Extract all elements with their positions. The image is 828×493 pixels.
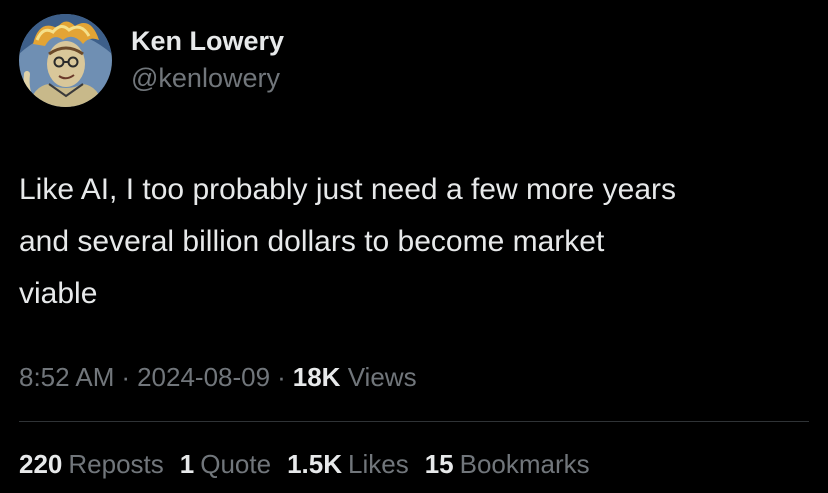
bookmarks-count: 15 xyxy=(424,449,454,479)
quotes-label: Quote xyxy=(200,449,272,479)
bookmarks-label: Bookmarks xyxy=(459,449,590,479)
illustrated-portrait-icon xyxy=(19,14,112,107)
tweet-text: Like AI, I too probably just need a few … xyxy=(19,173,677,310)
author-display-name[interactable]: Ken Lowery xyxy=(131,24,284,58)
author-info: Ken Lowery @kenlowery xyxy=(131,24,284,95)
tweet-meta: 8:52 AM · 2024-08-09 · 18K Views xyxy=(19,359,417,395)
author-handle[interactable]: @kenlowery xyxy=(131,61,284,95)
reposts-label: Reposts xyxy=(68,449,164,479)
views-label: Views xyxy=(347,362,417,392)
quotes-stat[interactable]: 1 Quote xyxy=(180,446,271,482)
bookmarks-stat[interactable]: 15 Bookmarks xyxy=(425,446,590,482)
views-count: 18K xyxy=(292,362,341,392)
meta-separator: · xyxy=(277,362,286,392)
likes-count: 1.5K xyxy=(287,449,342,479)
quotes-count: 1 xyxy=(179,449,195,479)
author-avatar[interactable] xyxy=(19,14,112,107)
reposts-stat[interactable]: 220 Reposts xyxy=(19,446,164,482)
tweet-time[interactable]: 8:52 AM xyxy=(19,362,114,392)
likes-stat[interactable]: 1.5K Likes xyxy=(287,446,409,482)
engagement-stats: 220 Reposts 1 Quote 1.5K Likes 15 Bookmarks xyxy=(19,446,590,482)
reposts-count: 220 xyxy=(19,449,63,479)
meta-separator: · xyxy=(121,362,131,392)
likes-label: Likes xyxy=(348,449,409,479)
tweet-date[interactable]: 2024-08-09 xyxy=(137,362,270,392)
divider xyxy=(19,421,809,422)
